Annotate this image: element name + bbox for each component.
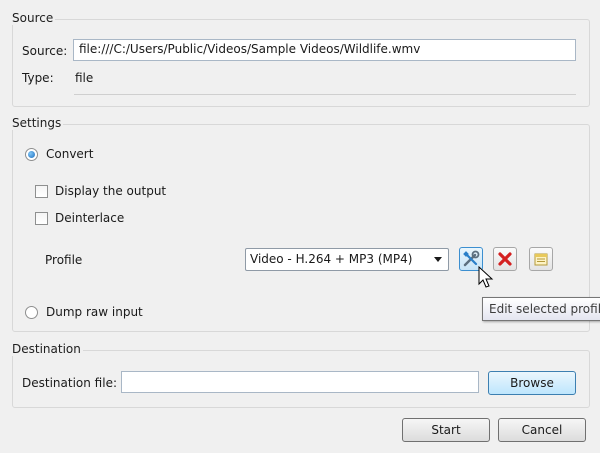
destination-file-input[interactable] — [121, 371, 479, 393]
delete-profile-button[interactable] — [493, 247, 517, 271]
source-input[interactable]: file:///C:/Users/Public/Videos/Sample Vi… — [73, 39, 576, 61]
display-output-checkbox[interactable] — [35, 185, 48, 198]
deinterlace-checkbox[interactable] — [35, 212, 48, 225]
destination-group-title: Destination — [10, 342, 83, 356]
source-group-title: Source — [10, 11, 56, 25]
display-output-label[interactable]: Display the output — [55, 184, 166, 198]
convert-radio[interactable] — [25, 148, 38, 161]
convert-label[interactable]: Convert — [46, 147, 93, 161]
start-button[interactable]: Start — [402, 418, 490, 442]
convert-dialog: Source Source: file:///C:/Users/Public/V… — [0, 0, 600, 453]
profile-select[interactable]: Video - H.264 + MP3 (MP4) — [245, 248, 449, 271]
mouse-pointer-icon — [478, 266, 494, 288]
profile-label: Profile — [45, 253, 83, 267]
type-value: file — [75, 71, 94, 85]
red-x-icon — [498, 252, 512, 266]
new-profile-button[interactable] — [529, 247, 553, 271]
deinterlace-label[interactable]: Deinterlace — [55, 211, 124, 225]
chevron-down-icon — [434, 257, 442, 262]
browse-button[interactable]: Browse — [488, 371, 576, 395]
settings-group-title: Settings — [10, 116, 64, 130]
new-profile-icon — [534, 253, 548, 266]
source-label: Source: — [22, 44, 68, 58]
profile-select-value: Video - H.264 + MP3 (MP4) — [250, 252, 413, 266]
dump-raw-radio[interactable] — [25, 306, 38, 319]
edit-profile-tooltip: Edit selected profile — [482, 297, 600, 321]
cancel-button[interactable]: Cancel — [498, 418, 586, 442]
source-divider — [74, 94, 576, 95]
type-label: Type: — [22, 71, 54, 85]
dump-raw-label[interactable]: Dump raw input — [46, 305, 143, 319]
destination-file-label: Destination file: — [22, 376, 117, 390]
